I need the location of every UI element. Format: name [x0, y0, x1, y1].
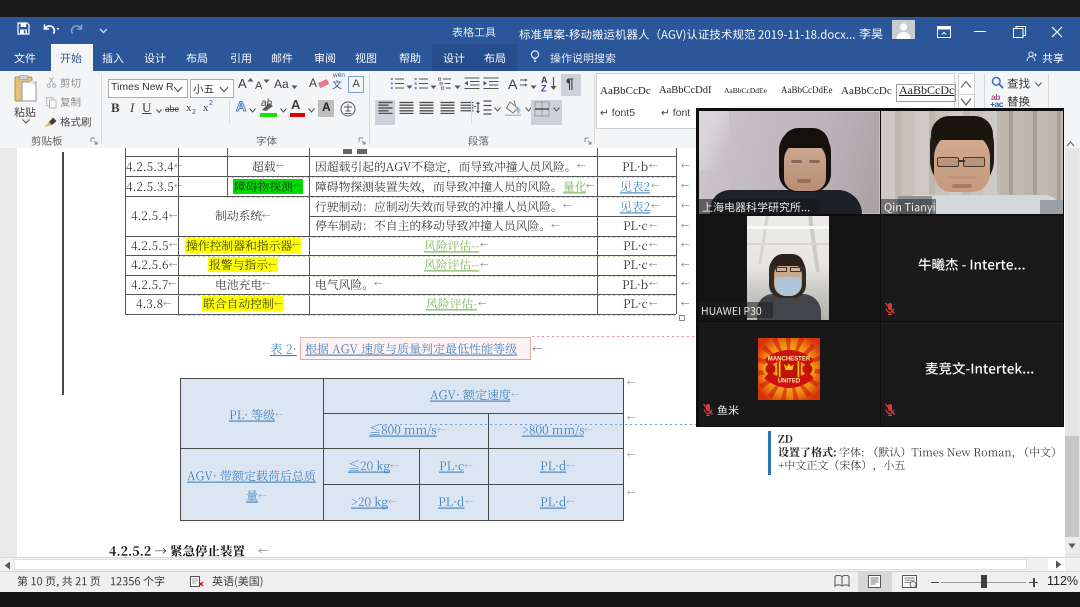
svg-text:MANCHESTER: MANCHESTER — [767, 357, 810, 363]
svg-text:Z: Z — [541, 84, 547, 93]
svg-text:UNITED: UNITED — [777, 379, 800, 385]
svg-text:A: A — [508, 76, 518, 92]
